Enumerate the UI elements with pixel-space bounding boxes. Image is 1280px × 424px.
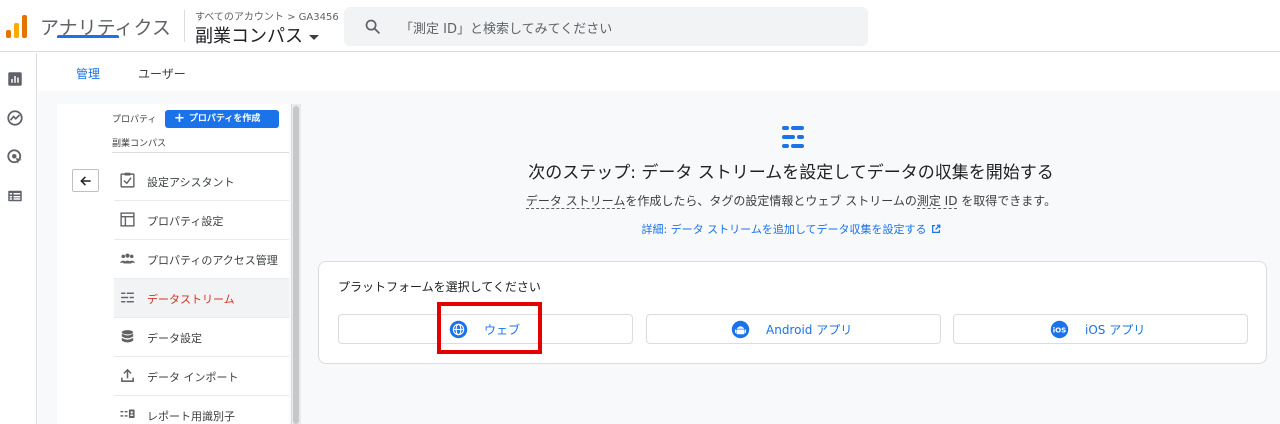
platform-select-label: プラットフォームを選択してください [338,280,541,294]
advertising-icon[interactable] [6,148,24,166]
menu-item-setup-assistant[interactable]: 設定アシスタント [114,162,289,200]
menu-item-label: プロパティのアクセス管理 [147,254,278,267]
explore-icon[interactable] [6,109,24,127]
menu-item-label: データ設定 [147,332,202,345]
database-icon [121,330,134,343]
menu-item-label: データストリーム [147,293,235,306]
platform-label: iOS アプリ [1085,323,1146,337]
property-selector-label: 副業コンパス [195,26,303,47]
active-tab-indicator [57,35,119,38]
page-title: 次のステップ: データ ストリームを設定してデータの収集を開始する [528,163,1054,183]
analytics-logo-icon[interactable] [6,14,28,38]
menu-item-property-settings[interactable]: プロパティ設定 [114,201,289,239]
create-property-button[interactable]: + プロパティを作成 [165,110,279,128]
top-header: アナリティクス すべてのアカウント > GA3456 副業コンパス 「測定 ID… [0,0,1280,52]
left-nav-rail [0,53,37,424]
platform-label: Android アプリ [766,323,853,337]
arrow-left-icon [80,176,91,186]
menu-item-label: データ インポート [147,371,239,384]
menu-item-data-import[interactable]: データ インポート [114,357,289,395]
platform-card [318,261,1267,364]
account-breadcrumb[interactable]: すべてのアカウント > GA3456 [195,8,339,23]
svg-text:iOS: iOS [1053,325,1067,334]
people-icon [119,253,136,264]
platform-label: ウェブ [484,323,521,337]
back-button[interactable] [72,169,99,192]
search-input[interactable]: 「測定 ID」と検索してみてください [344,7,868,46]
tab-admin[interactable]: 管理 [76,65,100,82]
menu-item-data-settings[interactable]: データ設定 [114,318,289,356]
globe-icon [449,320,468,339]
checkbox-icon [120,172,135,188]
configure-icon[interactable] [6,187,24,205]
web-platform-button[interactable]: ウェブ [338,314,633,344]
ios-icon: iOS [1050,320,1069,339]
panel-divider [112,152,289,153]
menu-item-label: プロパティ設定 [147,215,224,228]
property-name-label: 副業コンパス [112,139,167,149]
header-divider [184,10,185,42]
create-property-label: プロパティを作成 [188,114,261,124]
external-link-icon [931,224,940,233]
tab-user[interactable]: ユーザー [138,65,186,82]
android-icon [731,320,750,339]
description-text: を作成したら、タグの設定情報とウェブ ストリームの [625,194,917,208]
ios-platform-button[interactable]: iOS iOS アプリ [953,314,1248,344]
menu-item-property-access[interactable]: プロパティのアクセス管理 [114,240,289,278]
plus-icon: + [174,111,185,126]
page-description: データ ストリームを作成したら、タグの設定情報とウェブ ストリームの測定 ID … [302,192,1280,209]
learn-more-link[interactable]: 詳細: データ ストリームを追加してデータ収集を設定する [302,221,1280,237]
data-stream-icon [782,126,804,148]
menu-item-data-streams[interactable]: データストリーム [114,279,289,317]
glossary-term-data-stream[interactable]: データ ストリーム [525,194,626,209]
admin-tabs: 管理 ユーザー [38,53,1280,91]
streams-icon [121,292,134,303]
panel-scrollbar-thumb[interactable] [293,106,299,424]
property-column-label: プロパティ [112,115,157,125]
caret-down-icon [309,34,319,40]
android-platform-button[interactable]: Android アプリ [646,314,941,344]
menu-item-label: レポート用識別子 [147,410,235,423]
identifier-icon [120,409,135,419]
menu-item-reporting-identity[interactable]: レポート用識別子 [114,396,289,424]
description-text-end: を取得できます。 [957,194,1057,208]
reports-icon[interactable] [6,70,24,88]
search-icon [365,19,380,34]
layout-icon [120,212,135,227]
property-selector[interactable]: 副業コンパス [195,22,319,48]
learn-more-label: 詳細: データ ストリームを追加してデータ収集を設定する [641,223,927,236]
search-placeholder: 「測定 ID」と検索してみてください [400,22,613,37]
glossary-term-measurement-id[interactable]: 測定 ID [916,194,958,209]
upload-icon [121,368,134,382]
menu-item-label: 設定アシスタント [147,176,235,189]
